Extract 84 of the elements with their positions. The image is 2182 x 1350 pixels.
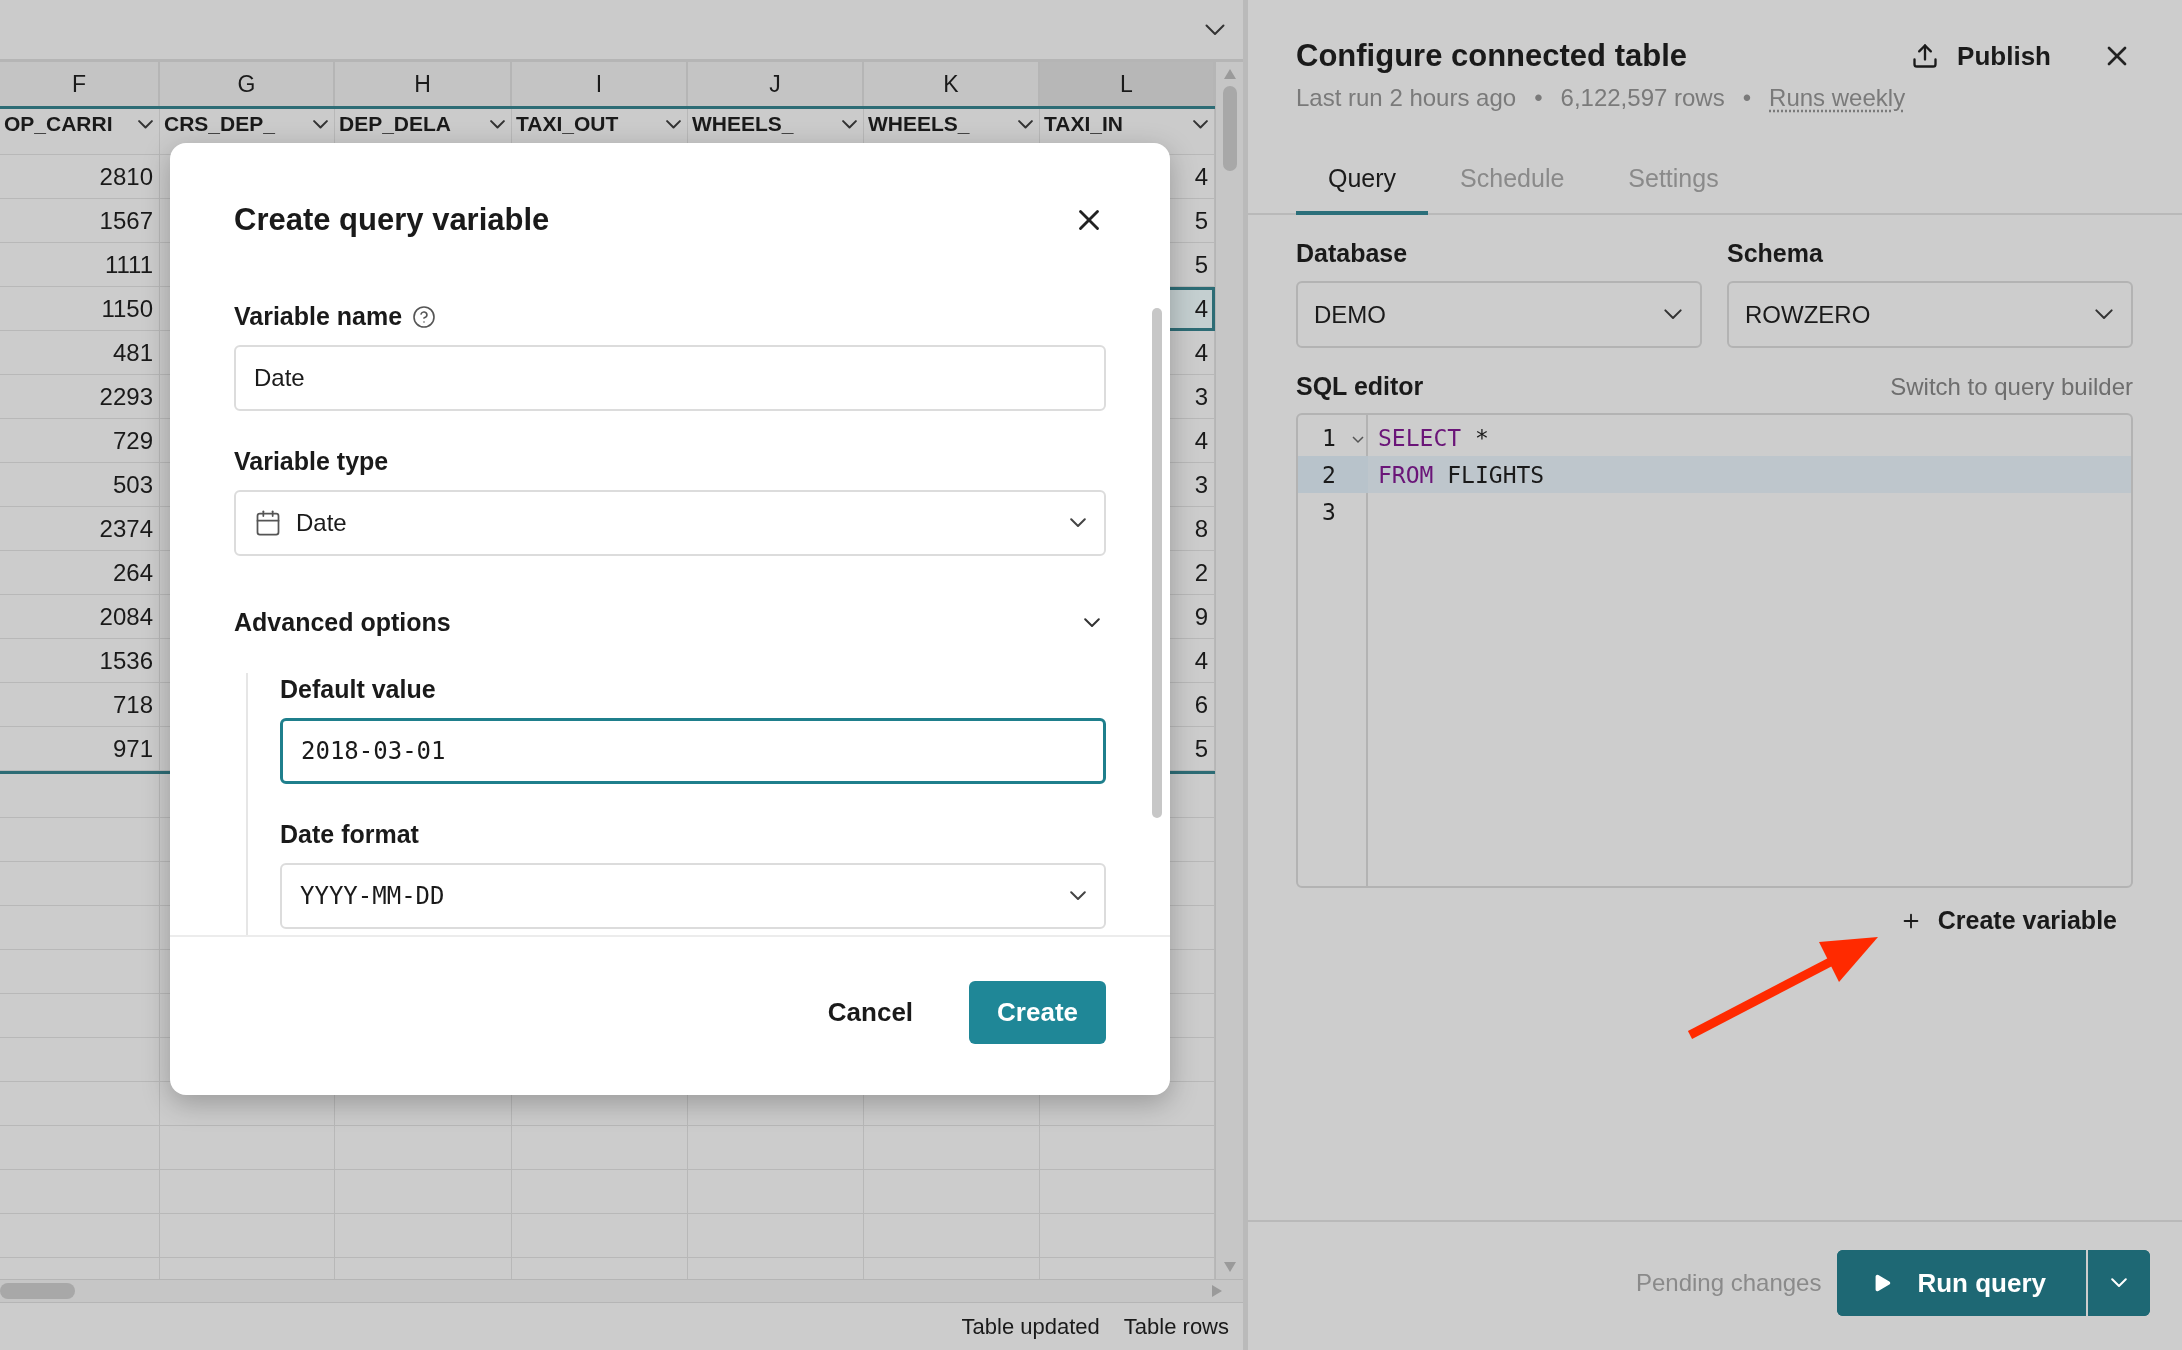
field-label: Schema [1727, 239, 1823, 267]
table-cell: 718 [0, 683, 160, 727]
chevron-down-icon[interactable] [1205, 23, 1225, 36]
chevron-down-icon [1070, 891, 1086, 901]
meta-text: 6,122,597 rows [1560, 84, 1725, 112]
chevron-down-icon[interactable] [666, 120, 681, 129]
table-cell: 2810 [0, 155, 160, 199]
column-letter[interactable]: J [688, 62, 864, 106]
table-cell: 2293 [0, 375, 160, 419]
chevron-down-icon [2095, 309, 2113, 320]
dialog-title: Create query variable [234, 202, 550, 238]
cancel-button[interactable]: Cancel [821, 980, 920, 1044]
table-cell: 729 [0, 419, 160, 463]
table-cell: 481 [0, 331, 160, 375]
meta-text: Last run 2 hours ago [1296, 84, 1517, 112]
upload-icon [1911, 42, 1940, 70]
chevron-down-icon[interactable] [138, 120, 153, 129]
column-letter[interactable]: H [335, 62, 512, 106]
column-header: WHEELS_ [692, 112, 794, 136]
chevron-down-icon [1070, 518, 1086, 528]
table-cell: 1567 [0, 199, 160, 243]
sql-editor[interactable]: 1 SELECT * 2 FROM FLIGHTS 3 [1296, 413, 2133, 888]
scrollbar-thumb[interactable] [0, 1283, 75, 1299]
chevron-down-icon [2111, 1278, 2127, 1288]
line-number: 3 [1322, 498, 1336, 525]
field-label: Database [1296, 239, 1408, 267]
fold-icon[interactable] [1352, 436, 1364, 444]
run-query-button[interactable]: Run query [1837, 1250, 2088, 1316]
field-label: Default value [280, 674, 436, 705]
chevron-down-icon[interactable] [1193, 120, 1208, 129]
default-value-field[interactable]: 2018-03-01 [280, 718, 1106, 784]
variable-type-select[interactable]: Date [234, 490, 1106, 556]
table-cell: 971 [0, 727, 160, 771]
date-format-select[interactable]: YYYY-MM-DD [280, 863, 1106, 929]
field-label: Variable type [234, 446, 389, 477]
chevron-down-icon [1664, 309, 1682, 320]
chevron-down-icon[interactable] [490, 120, 505, 129]
table-cell: 264 [0, 551, 160, 595]
column-header: CRS_DEP_ [164, 112, 275, 136]
table-cell: 2374 [0, 507, 160, 551]
schema-select[interactable]: ROWZERO [1727, 281, 2133, 348]
table-cell: 503 [0, 463, 160, 507]
meta-text: • [1742, 84, 1752, 112]
vertical-scrollbar[interactable] [1215, 62, 1243, 1279]
column-letter[interactable]: G [160, 62, 335, 106]
chevron-down-icon[interactable] [313, 120, 328, 129]
field-label: Date format [280, 819, 419, 850]
column-letter[interactable]: I [512, 62, 688, 106]
pending-changes-text: Pending changes [1635, 1269, 1822, 1297]
table-cell: 1111 [0, 243, 160, 287]
column-header: TAXI_IN [1044, 112, 1123, 136]
create-variable-button[interactable]: Create variable [1899, 900, 2117, 941]
code-line: FROM FLIGHTS [1377, 461, 1545, 488]
variable-name-field[interactable]: Date [234, 345, 1106, 411]
column-letter[interactable]: K [864, 62, 1040, 106]
database-select[interactable]: DEMO [1296, 281, 1702, 348]
status-text: Table updated [961, 1313, 1100, 1340]
code-line: SELECT * [1377, 424, 1489, 451]
table-cell: 1536 [0, 639, 160, 683]
field-label: Variable name [234, 301, 403, 332]
column-header: OP_CARRI [4, 112, 113, 136]
chevron-down-icon[interactable] [842, 120, 857, 129]
scrollbar[interactable] [1152, 308, 1162, 818]
chevron-down-icon[interactable] [1018, 120, 1033, 129]
column-letter[interactable]: L [1040, 62, 1215, 106]
column-header: DEP_DELA [339, 112, 452, 136]
column-header: WHEELS_ [868, 112, 970, 136]
line-number: 1 [1322, 424, 1336, 451]
field-label: SQL editor [1296, 371, 1424, 402]
line-number: 2 [1322, 461, 1336, 488]
table-cell: 1150 [0, 287, 160, 331]
horizontal-scrollbar[interactable] [0, 1279, 1243, 1303]
scrollbar-thumb[interactable] [1222, 86, 1237, 171]
column-header: TAXI_OUT [516, 112, 619, 136]
status-text: Table rows [1123, 1313, 1229, 1340]
tab[interactable]: Query [1296, 150, 1429, 215]
panel-title: Configure connected table [1296, 38, 1687, 74]
column-letter[interactable]: F [0, 62, 160, 106]
meta-text: • [1534, 84, 1543, 112]
calendar-icon [254, 509, 282, 537]
create-button[interactable]: Create [969, 980, 1106, 1044]
publish-button[interactable]: Publish [1911, 40, 2051, 72]
help-icon[interactable] [412, 304, 437, 329]
table-cell: 2084 [0, 595, 160, 639]
